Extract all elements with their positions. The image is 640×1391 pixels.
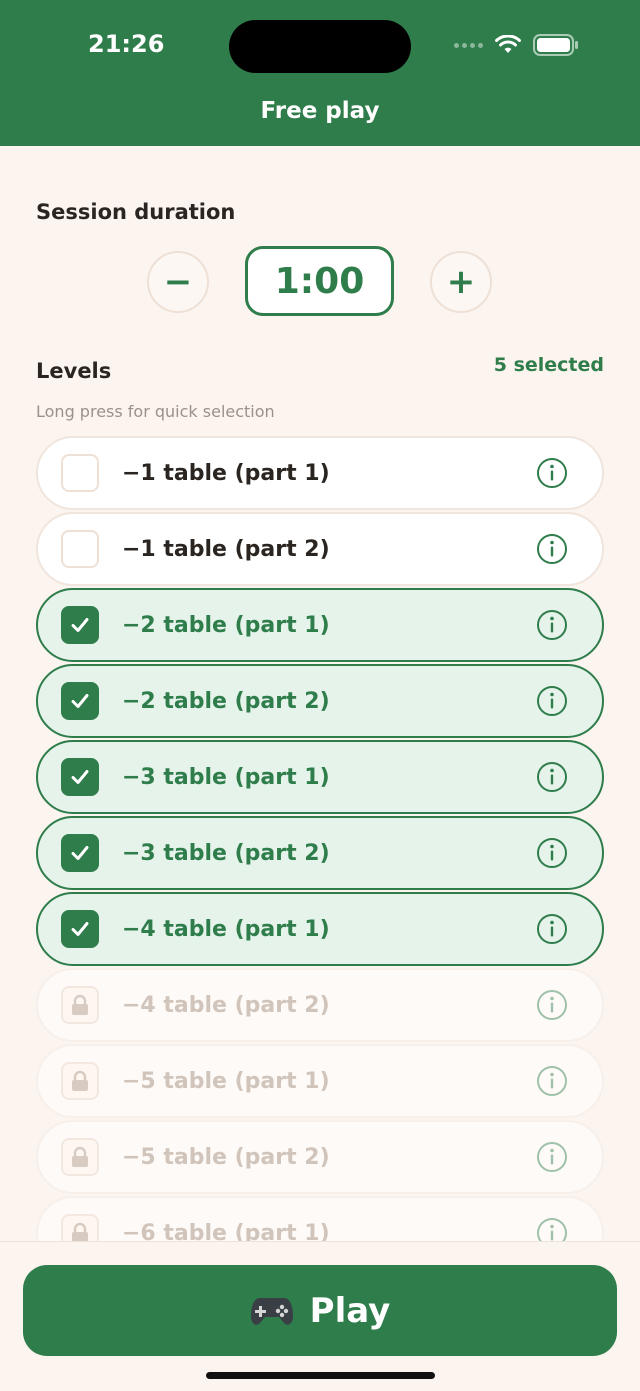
info-icon[interactable] [536,457,568,489]
info-icon[interactable] [536,989,568,1021]
level-item[interactable]: −4 table (part 1) [36,892,604,966]
play-button[interactable]: Play [23,1265,617,1356]
info-icon[interactable] [536,913,568,945]
play-label: Play [309,1290,391,1331]
level-item-label: −6 table (part 1) [122,1220,330,1243]
home-indicator [206,1372,435,1379]
level-item[interactable]: −2 table (part 1) [36,588,604,662]
level-item-label: −3 table (part 1) [122,764,330,790]
decrease-duration-button[interactable]: − [147,251,209,313]
level-item-label: −4 table (part 2) [122,992,330,1018]
info-icon[interactable] [536,761,568,793]
levels-list[interactable]: −1 table (part 1) −1 table (part 2) −2 tab… [0,436,640,1242]
checkbox-empty[interactable] [61,454,99,492]
level-item-label: −2 table (part 1) [122,612,330,638]
level-item[interactable]: −1 table (part 2) [36,512,604,586]
app-header: 21:26 Free play [0,0,640,146]
session-duration-title: Session duration [36,200,236,224]
checkbox-empty[interactable] [61,530,99,568]
level-item: −5 table (part 1) [36,1044,604,1118]
page-title: Free play [260,98,380,124]
level-item[interactable]: −3 table (part 1) [36,740,604,814]
selected-count: 5 selected [493,354,604,376]
level-item[interactable]: −3 table (part 2) [36,816,604,890]
info-icon[interactable] [536,837,568,869]
duration-value: 1:00 [245,246,394,316]
info-icon[interactable] [536,1217,568,1242]
checkbox-checked-icon[interactable] [61,910,99,948]
info-icon[interactable] [536,533,568,565]
level-item-label: −2 table (part 2) [122,688,330,714]
level-item: −4 table (part 2) [36,968,604,1042]
level-item-label: −4 table (part 1) [122,916,330,942]
level-item[interactable]: −1 table (part 1) [36,436,604,510]
level-item-label: −5 table (part 2) [122,1144,330,1170]
checkbox-checked-icon[interactable] [61,758,99,796]
levels-hint: Long press for quick selection [36,402,275,421]
checkbox-checked-icon[interactable] [61,682,99,720]
battery-icon [533,34,578,56]
checkbox-checked-icon[interactable] [61,834,99,872]
lock-icon [61,1062,99,1100]
level-item-label: −1 table (part 1) [122,460,330,486]
lock-icon [61,1214,99,1242]
level-item-label: −3 table (part 2) [122,840,330,866]
info-icon[interactable] [536,685,568,717]
info-icon[interactable] [536,1065,568,1097]
status-time: 21:26 [88,30,165,58]
level-item-label: −5 table (part 1) [122,1068,330,1094]
level-item[interactable]: −2 table (part 2) [36,664,604,738]
signal-icon [454,42,483,48]
info-icon[interactable] [536,1141,568,1173]
levels-title: Levels [36,359,112,383]
status-icons [454,34,579,56]
increase-duration-button[interactable]: + [430,251,492,313]
level-item-label: −1 table (part 2) [122,536,330,562]
level-item: −5 table (part 2) [36,1120,604,1194]
lock-icon [61,986,99,1024]
info-icon[interactable] [536,609,568,641]
wifi-icon [495,35,521,53]
checkbox-checked-icon[interactable] [61,606,99,644]
gamepad-icon [250,1297,293,1325]
lock-icon [61,1138,99,1176]
level-item: −6 table (part 1) [36,1196,604,1242]
dynamic-island [229,20,411,73]
